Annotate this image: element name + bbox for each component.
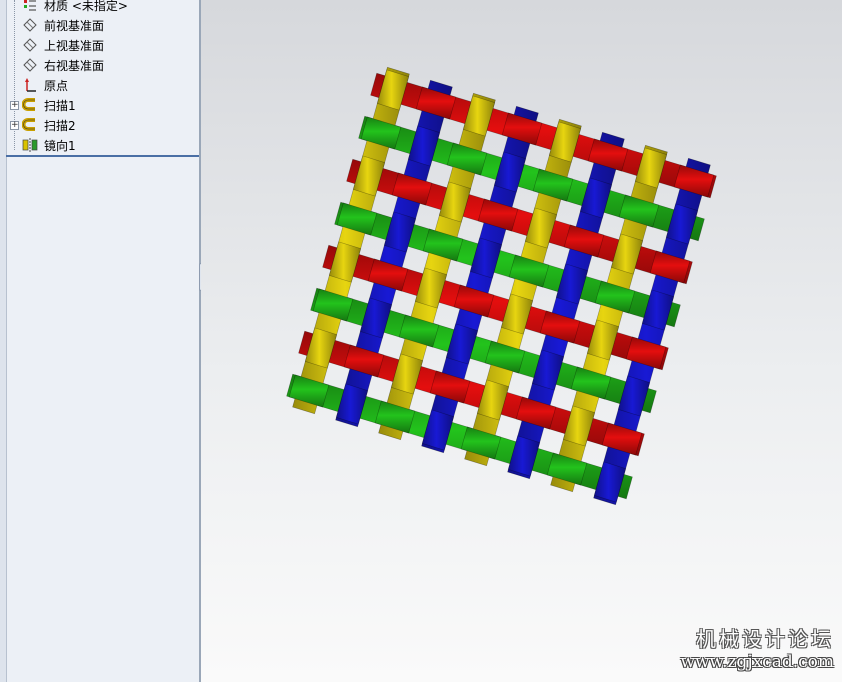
tree-item-right-plane[interactable]: 右视基准面 <box>10 55 104 75</box>
watermark-url: www.zgjxcad.com <box>680 652 834 672</box>
tree-item-label: 原点 <box>44 78 69 93</box>
feature-manager-tree: 材质 <未指定> 前视基准面 上视基准面 右视基准面 原点 + 扫描1 + 扫描… <box>0 0 201 682</box>
tree-item-label: 右视基准面 <box>44 58 105 73</box>
tree-item-label: 镜向1 <box>44 138 76 153</box>
tree-item-label: 前视基准面 <box>44 18 105 33</box>
tree-item-label: 上视基准面 <box>44 38 105 53</box>
tree-item-label: 扫描1 <box>44 98 76 113</box>
expand-toggle[interactable]: + <box>10 100 19 110</box>
sweep-icon <box>22 97 38 113</box>
tree-item-label: 扫描2 <box>44 118 76 133</box>
tree-item-sweep2[interactable]: + 扫描2 <box>10 115 76 135</box>
watermark: 机械设计论坛 www.zgjxcad.com <box>680 623 834 672</box>
plane-icon <box>22 17 38 33</box>
expand-toggle[interactable]: + <box>10 120 19 130</box>
tree-item-top-plane[interactable]: 上视基准面 <box>10 35 104 55</box>
origin-icon <box>22 77 38 93</box>
tree-item-mirror1[interactable]: 镜向1 <box>10 135 76 155</box>
material-icon <box>22 0 38 13</box>
tree-gutter <box>0 0 7 682</box>
tree-item-sweep1[interactable]: + 扫描1 <box>10 95 76 115</box>
plane-icon <box>22 57 38 73</box>
graphics-viewport[interactable]: 机械设计论坛 www.zgjxcad.com <box>201 0 842 682</box>
mirror-icon <box>22 137 38 153</box>
sweep-icon <box>22 117 38 133</box>
watermark-title: 机械设计论坛 <box>696 627 834 651</box>
tree-item-material[interactable]: 材质 <未指定> <box>10 0 128 15</box>
plane-icon <box>22 37 38 53</box>
tree-item-front-plane[interactable]: 前视基准面 <box>10 15 104 35</box>
tree-item-label: 材质 <未指定> <box>44 0 128 13</box>
tree-item-origin[interactable]: 原点 <box>10 75 68 95</box>
rollback-bar[interactable] <box>6 155 199 157</box>
woven-mesh-model <box>286 66 717 506</box>
